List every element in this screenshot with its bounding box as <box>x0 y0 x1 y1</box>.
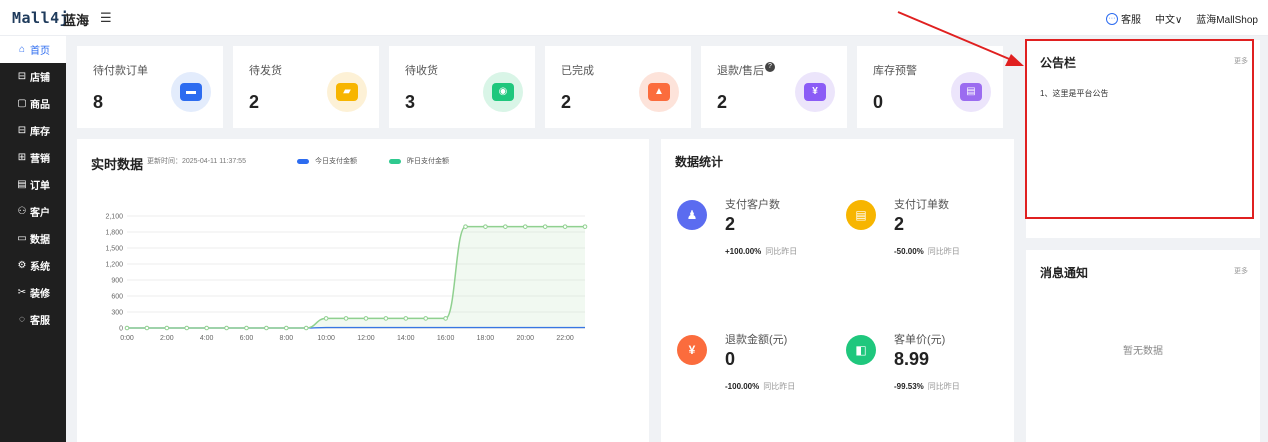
annotation-arrow <box>897 11 1024 66</box>
